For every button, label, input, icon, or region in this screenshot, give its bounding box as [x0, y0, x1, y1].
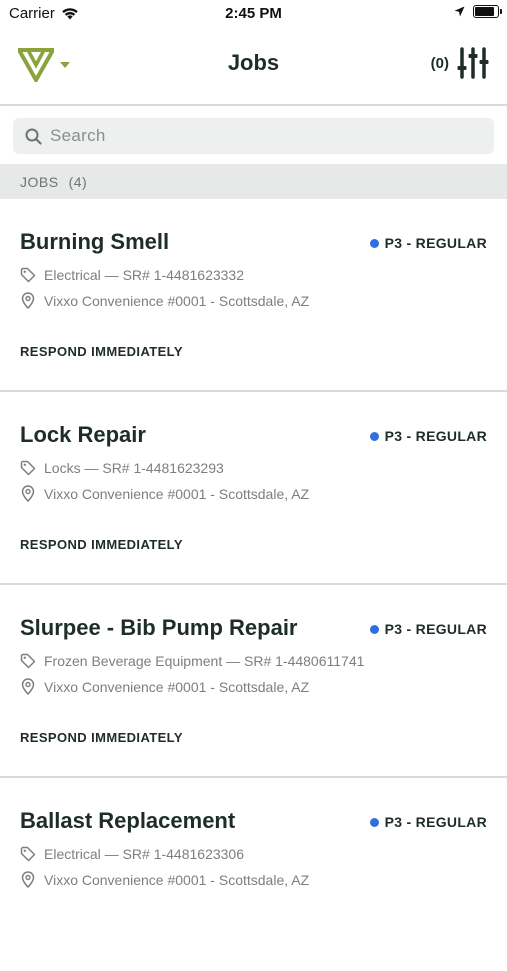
status-right: [454, 5, 502, 18]
job-location: Vixxo Convenience #0001 - Scottsdale, AZ: [20, 871, 309, 888]
priority-dot: [369, 624, 379, 634]
location-text: Vixxo Convenience #0001 - Scottsdale, AZ: [44, 292, 310, 309]
job-card[interactable]: Lock Repair P3 - REGULAR Locks — SR# 1-4…: [0, 392, 507, 585]
priority-label: P3 - REGULAR: [384, 814, 487, 830]
job-title: Lock Repair: [20, 422, 146, 447]
category-text: Electrical — SR# 1-4481623332: [44, 267, 245, 283]
priority-badge: P3 - REGULAR: [369, 814, 487, 830]
job-location: Vixxo Convenience #0001 - Scottsdale, AZ: [20, 292, 309, 309]
section-label: JOBS: [20, 173, 59, 190]
job-card[interactable]: Ballast Replacement P3 - REGULAR Electri…: [0, 778, 507, 971]
map-pin-icon: [20, 871, 36, 888]
sliders-icon: [457, 46, 489, 80]
priority-label: P3 - REGULAR: [384, 621, 487, 637]
battery-icon: [473, 5, 502, 18]
job-location: Vixxo Convenience #0001 - Scottsdale, AZ: [20, 485, 309, 502]
job-card[interactable]: Burning Smell P3 - REGULAR Electrical — …: [0, 199, 507, 392]
category-text: Frozen Beverage Equipment — SR# 1-448061…: [44, 653, 365, 669]
nav-header: Jobs (0): [0, 28, 507, 106]
search-input[interactable]: Search: [13, 118, 494, 154]
filter-count: (0): [430, 54, 449, 72]
job-category: Electrical — SR# 1-4481623306: [20, 846, 244, 862]
location-text: Vixxo Convenience #0001 - Scottsdale, AZ: [44, 871, 310, 888]
job-title: Slurpee - Bib Pump Repair: [20, 615, 298, 640]
section-count: (4): [68, 173, 88, 190]
job-category: Locks — SR# 1-4481623293: [20, 460, 224, 476]
job-title: Ballast Replacement: [20, 808, 236, 833]
filter-button[interactable]: (0): [431, 46, 489, 80]
job-category: Electrical — SR# 1-4481623332: [20, 267, 244, 283]
respond-immediately-button[interactable]: RESPOND IMMEDIATELY: [20, 730, 183, 745]
tag-icon: [20, 846, 36, 862]
respond-immediately-button[interactable]: RESPOND IMMEDIATELY: [20, 344, 183, 359]
priority-badge: P3 - REGULAR: [369, 621, 487, 637]
map-pin-icon: [20, 485, 36, 502]
location-text: Vixxo Convenience #0001 - Scottsdale, AZ: [44, 485, 310, 502]
search-icon: [25, 128, 42, 145]
job-category: Frozen Beverage Equipment — SR# 1-448061…: [20, 653, 364, 669]
priority-badge: P3 - REGULAR: [369, 428, 487, 444]
job-location: Vixxo Convenience #0001 - Scottsdale, AZ: [20, 678, 309, 695]
job-card[interactable]: Slurpee - Bib Pump Repair P3 - REGULAR F…: [0, 585, 507, 778]
category-text: Locks — SR# 1-4481623293: [44, 460, 224, 476]
priority-badge: P3 - REGULAR: [369, 235, 487, 251]
job-list: Burning Smell P3 - REGULAR Electrical — …: [0, 199, 507, 971]
priority-label: P3 - REGULAR: [384, 235, 487, 251]
priority-dot: [369, 238, 379, 248]
priority-dot: [369, 817, 379, 827]
tag-icon: [20, 267, 36, 283]
job-title: Burning Smell: [20, 229, 170, 254]
jobs-section-header: JOBS (4): [0, 164, 507, 199]
respond-immediately-button[interactable]: RESPOND IMMEDIATELY: [20, 537, 183, 552]
location-arrow-icon: [454, 6, 465, 17]
map-pin-icon: [20, 292, 36, 309]
priority-dot: [369, 431, 379, 441]
location-text: Vixxo Convenience #0001 - Scottsdale, AZ: [44, 678, 310, 695]
priority-label: P3 - REGULAR: [384, 428, 487, 444]
status-bar: Carrier 2:45 PM: [0, 0, 507, 28]
tag-icon: [20, 653, 36, 669]
search-container: Search: [0, 106, 507, 164]
tag-icon: [20, 460, 36, 476]
category-text: Electrical — SR# 1-4481623306: [44, 846, 245, 862]
status-time: 2:45 PM: [225, 5, 282, 22]
search-placeholder: Search: [50, 126, 106, 145]
map-pin-icon: [20, 678, 36, 695]
